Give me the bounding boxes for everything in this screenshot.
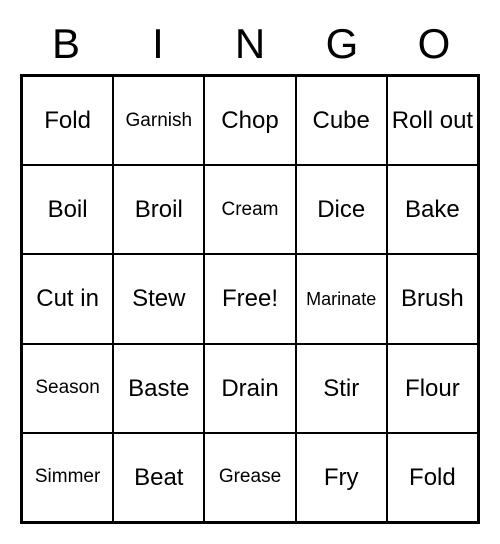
bingo-cell[interactable]: Brush: [387, 254, 478, 343]
bingo-cell[interactable]: Dice: [296, 165, 387, 254]
bingo-cell[interactable]: Cream: [204, 165, 295, 254]
bingo-grid: FoldGarnishChopCubeRoll outBoilBroilCrea…: [20, 74, 480, 524]
bingo-cell[interactable]: Grease: [204, 433, 295, 522]
bingo-cell[interactable]: Baste: [113, 344, 204, 433]
bingo-cell[interactable]: Fold: [22, 76, 113, 165]
bingo-cell[interactable]: Roll out: [387, 76, 478, 165]
bingo-cell[interactable]: Chop: [204, 76, 295, 165]
bingo-cell[interactable]: Boil: [22, 165, 113, 254]
bingo-cell[interactable]: Season: [22, 344, 113, 433]
header-g: G: [296, 20, 388, 68]
bingo-cell[interactable]: Drain: [204, 344, 295, 433]
header-o: O: [388, 20, 480, 68]
bingo-cell[interactable]: Free!: [204, 254, 295, 343]
header-n: N: [204, 20, 296, 68]
bingo-cell[interactable]: Flour: [387, 344, 478, 433]
bingo-cell[interactable]: Marinate: [296, 254, 387, 343]
bingo-cell[interactable]: Cut in: [22, 254, 113, 343]
bingo-cell[interactable]: Broil: [113, 165, 204, 254]
header-b: B: [20, 20, 112, 68]
bingo-cell[interactable]: Stew: [113, 254, 204, 343]
bingo-cell[interactable]: Stir: [296, 344, 387, 433]
bingo-cell[interactable]: Garnish: [113, 76, 204, 165]
bingo-cell[interactable]: Fold: [387, 433, 478, 522]
bingo-header: B I N G O: [20, 20, 480, 68]
bingo-cell[interactable]: Cube: [296, 76, 387, 165]
bingo-cell[interactable]: Fry: [296, 433, 387, 522]
bingo-cell[interactable]: Bake: [387, 165, 478, 254]
bingo-cell[interactable]: Simmer: [22, 433, 113, 522]
header-i: I: [112, 20, 204, 68]
bingo-cell[interactable]: Beat: [113, 433, 204, 522]
bingo-card: B I N G O FoldGarnishChopCubeRoll outBoi…: [20, 20, 480, 524]
